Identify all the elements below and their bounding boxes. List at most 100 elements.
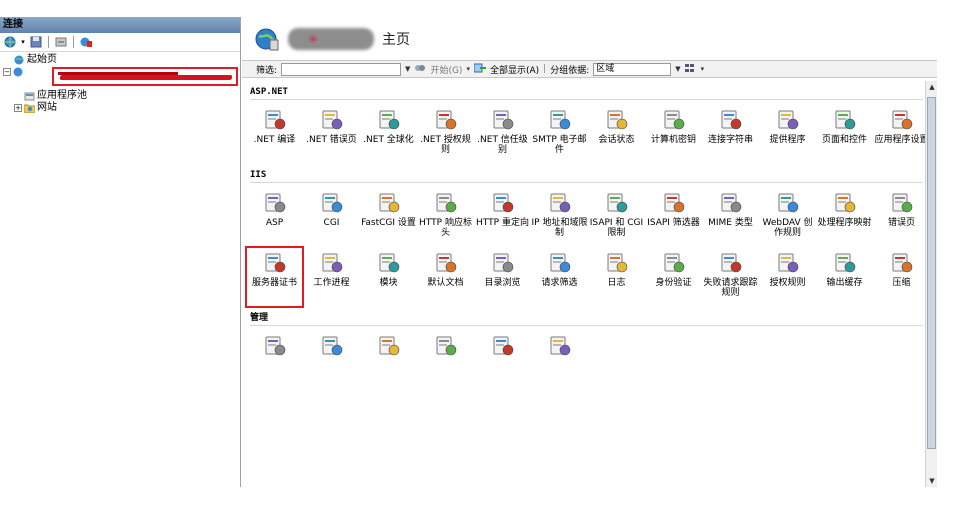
expand-icon[interactable]: + [14, 104, 22, 112]
feature-label: 日志 [607, 278, 626, 288]
go-icon[interactable] [414, 63, 426, 76]
feature-tile[interactable]: 身份验证 [645, 247, 702, 307]
network-icon[interactable] [79, 36, 93, 48]
feature-tile[interactable]: 请求筛选 [531, 247, 588, 307]
feature-tile[interactable]: CGI [303, 187, 360, 247]
feature-tile[interactable]: HTTP 响应标头 [417, 187, 474, 247]
feature-tile[interactable]: ISAPI 筛选器 [645, 187, 702, 247]
tree-item-label: 应用程序池 [37, 90, 87, 101]
server-icon [13, 67, 24, 77]
scroll-up-icon[interactable]: ▲ [926, 81, 938, 93]
feature-label: HTTP 重定向 [476, 218, 529, 228]
feature-tile[interactable]: 失败请求跟踪规则 [702, 247, 759, 307]
feature-label: 模块 [379, 278, 398, 288]
save-icon[interactable] [29, 36, 43, 48]
feature-tile[interactable]: ISAPI 和 CGI 限制 [588, 187, 645, 247]
feature-tile[interactable] [303, 330, 360, 390]
feature-tile[interactable] [531, 330, 588, 390]
feature-label: .NET 全球化 [363, 135, 414, 145]
group-by-dropdown-icon[interactable]: ▼ [675, 65, 680, 73]
feature-label: CGI [323, 218, 340, 228]
feature-tile[interactable]: .NET 信任级别 [474, 104, 531, 164]
filter-input[interactable] [281, 62, 402, 76]
feature-tile[interactable]: 模块 [360, 247, 417, 307]
show-all-icon[interactable] [473, 63, 486, 76]
feature-tile[interactable]: 错误页 [873, 187, 930, 247]
feature-tile[interactable]: .NET 编译 [246, 104, 303, 164]
ip-restrictions-icon [548, 191, 572, 215]
feature-sections: ASP.NET .NET 编译 .NET 错误页 .NET 全球化 .NET 授权规则.… [242, 81, 937, 487]
group-by-select[interactable]: 区域 [593, 62, 672, 76]
feature-tile[interactable]: HTTP 重定向 [474, 187, 531, 247]
feature-label: .NET 信任级别 [477, 135, 528, 155]
feature-tile[interactable]: 连接字符串 [702, 104, 759, 164]
feature-tile[interactable] [246, 330, 303, 390]
scrollbar-thumb[interactable] [927, 97, 936, 449]
pages-controls-icon [833, 108, 857, 132]
feature-label: .NET 错误页 [306, 135, 357, 145]
connect-icon[interactable] [54, 36, 68, 48]
tree-item-sites[interactable]: + 网站 [0, 102, 240, 114]
server-certificates-icon [263, 251, 287, 275]
feature-tile[interactable]: 应用程序设置 [873, 104, 930, 164]
mime-types-icon [719, 191, 743, 215]
feature-tile[interactable]: 输出缓存 [816, 247, 873, 307]
feature-tile[interactable]: 计算机密钥 [645, 104, 702, 164]
scroll-down-icon[interactable]: ▼ [926, 475, 938, 487]
view-toggle-icon[interactable] [684, 63, 697, 76]
feature-label: 提供程序 [769, 135, 806, 145]
feature-tile[interactable]: FastCGI 设置 [360, 187, 417, 247]
section-title: IIS [250, 170, 267, 180]
feature-tile[interactable]: 页面和控件 [816, 104, 873, 164]
feature-tile[interactable]: .NET 全球化 [360, 104, 417, 164]
feature-tile[interactable]: 处理程序映射 [816, 187, 873, 247]
dropdown-arrow-icon[interactable]: ▾ [20, 36, 26, 48]
view-dropdown-icon[interactable]: ▾ [701, 65, 705, 73]
feature-label: 默认文档 [427, 278, 464, 288]
isapi-cgi-icon [605, 191, 629, 215]
redacted-server-name [52, 67, 238, 86]
feature-tile[interactable]: WebDAV 创作规则 [759, 187, 816, 247]
feature-tile[interactable]: 默认文档 [417, 247, 474, 307]
feature-tile[interactable]: .NET 授权规则 [417, 104, 474, 164]
feature-tile[interactable]: MIME 类型 [702, 187, 759, 247]
feature-tile[interactable]: SMTP 电子邮件 [531, 104, 588, 164]
filter-bar: 筛选: ▼ 开始(G) ▾ 全部显示(A) | 分组依据: 区域 ▼ ▾ [242, 60, 937, 78]
feature-tile[interactable] [417, 330, 474, 390]
collapse-icon[interactable]: − [3, 68, 11, 76]
globe-plus-icon[interactable] [3, 36, 17, 48]
feature-tile[interactable]: ASP [246, 187, 303, 247]
feature-label: .NET 编译 [253, 135, 296, 145]
show-all-button[interactable]: 全部显示(A) [490, 63, 539, 76]
feature-tile[interactable]: .NET 错误页 [303, 104, 360, 164]
feature-label: 输出缓存 [826, 278, 863, 288]
window-bottom [0, 487, 955, 507]
tree-item-label: 网站 [37, 102, 57, 113]
feature-tile[interactable]: 提供程序 [759, 104, 816, 164]
feature-tile[interactable]: 会话状态 [588, 104, 645, 164]
server-globe-icon [255, 28, 279, 50]
vertical-scrollbar[interactable]: ▲ ▼ [925, 81, 937, 487]
start-page-icon [14, 55, 25, 65]
tree-item-start-page[interactable]: 起始页 [0, 54, 240, 66]
filter-dropdown-icon[interactable]: ▼ [405, 65, 410, 73]
feature-tile[interactable]: 日志 [588, 247, 645, 307]
feature-tile[interactable]: 压缩 [873, 247, 930, 307]
start-dropdown-icon[interactable]: ▾ [466, 65, 470, 73]
feature-label: SMTP 电子邮件 [532, 135, 587, 155]
feature-tile[interactable] [474, 330, 531, 390]
start-filter-button[interactable]: 开始(G) [430, 63, 462, 76]
feature-tile[interactable]: IP 地址和域限制 [531, 187, 588, 247]
http-redirect-icon [491, 191, 515, 215]
feature-tile[interactable]: 授权规则 [759, 247, 816, 307]
net-trust-levels-icon [491, 108, 515, 132]
feature-tile[interactable]: 目录浏览 [474, 247, 531, 307]
feature-tile[interactable]: 工作进程 [303, 247, 360, 307]
tree-item-app-pools[interactable]: 应用程序池 [0, 90, 240, 102]
worker-processes-icon [320, 251, 344, 275]
feature-label: .NET 授权规则 [420, 135, 471, 155]
smtp-email-icon [548, 108, 572, 132]
feature-label: 处理程序映射 [817, 218, 872, 228]
feature-tile[interactable] [360, 330, 417, 390]
feature-tile[interactable]: 服务器证书 [245, 246, 304, 308]
